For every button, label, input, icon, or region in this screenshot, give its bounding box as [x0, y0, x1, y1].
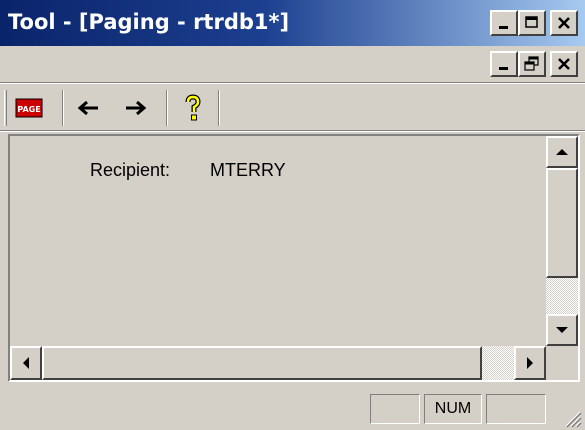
page-icon: PAGE	[15, 98, 43, 118]
recipient-label: Recipient:	[90, 160, 171, 180]
minimize-button[interactable]	[490, 10, 518, 36]
title-bar[interactable]: Tool - [Paging - rtrdb1*]	[0, 0, 585, 46]
arrow-right-icon	[126, 100, 147, 116]
vertical-scrollbar[interactable]	[546, 136, 578, 346]
toolbar: PAGE	[0, 84, 585, 130]
recipient-value: MTERRY	[210, 160, 286, 180]
child-restore-button[interactable]	[518, 51, 546, 77]
maximize-button[interactable]	[518, 10, 546, 36]
scroll-down-button[interactable]	[546, 314, 578, 346]
arrow-right-icon	[527, 357, 533, 369]
menu-bar	[0, 46, 585, 82]
arrow-left-icon	[77, 100, 98, 116]
status-pane-num: NUM	[424, 394, 482, 424]
forward-button[interactable]	[118, 92, 152, 124]
restore-icon	[524, 56, 539, 71]
scroll-right-button[interactable]	[514, 346, 546, 380]
status-pane	[370, 394, 420, 424]
close-button[interactable]	[550, 10, 578, 36]
back-button[interactable]	[72, 92, 106, 124]
svg-text:PAGE: PAGE	[17, 105, 40, 114]
status-pane	[486, 394, 546, 424]
close-icon	[558, 58, 570, 70]
arrow-up-icon	[556, 149, 568, 155]
child-minimize-button[interactable]	[490, 51, 518, 77]
horizontal-scrollbar[interactable]	[10, 346, 546, 380]
scroll-thumb[interactable]	[546, 168, 578, 278]
help-button[interactable]	[176, 92, 210, 124]
divider	[0, 131, 585, 132]
arrow-down-icon	[556, 327, 568, 333]
minimize-icon	[499, 67, 508, 70]
page-button[interactable]: PAGE	[12, 92, 46, 124]
maximize-icon	[525, 16, 538, 28]
content-area[interactable]: Recipient: MTERRY	[10, 136, 546, 346]
minimize-icon	[499, 26, 508, 29]
child-close-button[interactable]	[550, 51, 578, 77]
window-title: Tool - [Paging - rtrdb1*]	[8, 10, 290, 34]
toolbar-separator	[62, 90, 64, 126]
scroll-up-button[interactable]	[546, 136, 578, 168]
resize-grip-icon[interactable]	[562, 408, 582, 428]
arrow-left-icon	[23, 357, 29, 369]
help-icon	[185, 94, 201, 121]
status-bar: NUM	[0, 388, 585, 430]
toolbar-separator	[166, 90, 168, 126]
document-view: Recipient: MTERRY	[8, 134, 580, 382]
scrollbar-corner	[546, 346, 578, 380]
scroll-left-button[interactable]	[10, 346, 42, 380]
toolbar-grip[interactable]	[4, 90, 7, 126]
toolbar-separator	[218, 90, 220, 126]
close-icon	[558, 17, 570, 29]
scroll-thumb[interactable]	[42, 346, 482, 380]
